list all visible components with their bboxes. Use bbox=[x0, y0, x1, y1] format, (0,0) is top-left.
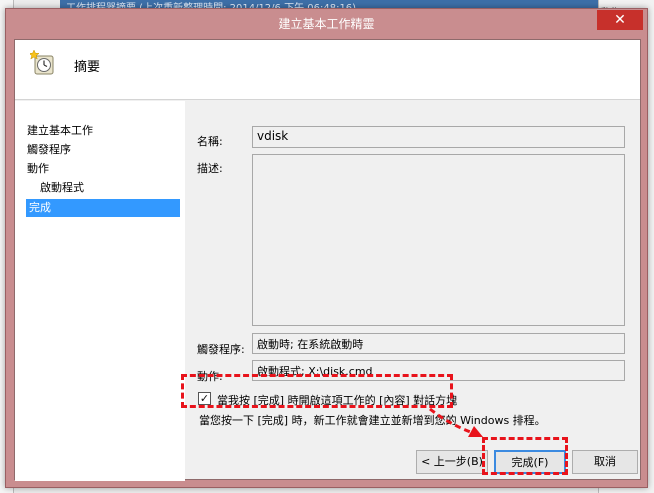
step-action[interactable]: 動作 bbox=[27, 160, 49, 178]
task-clock-icon bbox=[30, 50, 54, 75]
cancel-button[interactable]: 取消 bbox=[572, 450, 638, 474]
trigger-label: 觸發程序: bbox=[197, 343, 245, 356]
step-create-basic-task[interactable]: 建立基本工作 bbox=[27, 122, 93, 140]
wizard-header: 摘要 bbox=[15, 40, 640, 100]
annotation-finish-highlight bbox=[482, 437, 568, 475]
step-start-program[interactable]: 啟動程式 bbox=[40, 179, 84, 197]
name-label: 名稱: bbox=[197, 135, 223, 148]
annotation-checkbox-highlight bbox=[181, 374, 453, 408]
dialog-title: 建立基本工作精靈 bbox=[278, 17, 375, 31]
wizard-step-list: 建立基本工作 觸發程序 動作 啟動程式 完成 bbox=[15, 101, 185, 481]
step-finish[interactable]: 完成 bbox=[26, 199, 180, 217]
description-label: 描述: bbox=[197, 162, 223, 175]
step-trigger[interactable]: 觸發程序 bbox=[27, 141, 71, 159]
page-title: 摘要 bbox=[74, 60, 101, 75]
dialog-client-area: 摘要 建立基本工作 觸發程序 動作 啟動程式 完成 名稱: vdisk 描述: … bbox=[14, 39, 641, 481]
wizard-dialog: 建立基本工作精靈 ✕ 摘要 建立基本工作 觸發程序 動作 啟動程式 完成 名稱:… bbox=[5, 8, 648, 488]
trigger-field[interactable]: 啟動時; 在系統啟動時 bbox=[252, 333, 625, 354]
finish-note: 當您按一下 [完成] 時，新工作就會建立並新增到您的 Windows 排程。 bbox=[199, 414, 546, 427]
description-field[interactable] bbox=[252, 154, 625, 326]
close-button[interactable]: ✕ bbox=[597, 10, 643, 30]
name-field[interactable]: vdisk bbox=[252, 126, 625, 148]
back-button[interactable]: < 上一步(B) bbox=[416, 450, 488, 474]
